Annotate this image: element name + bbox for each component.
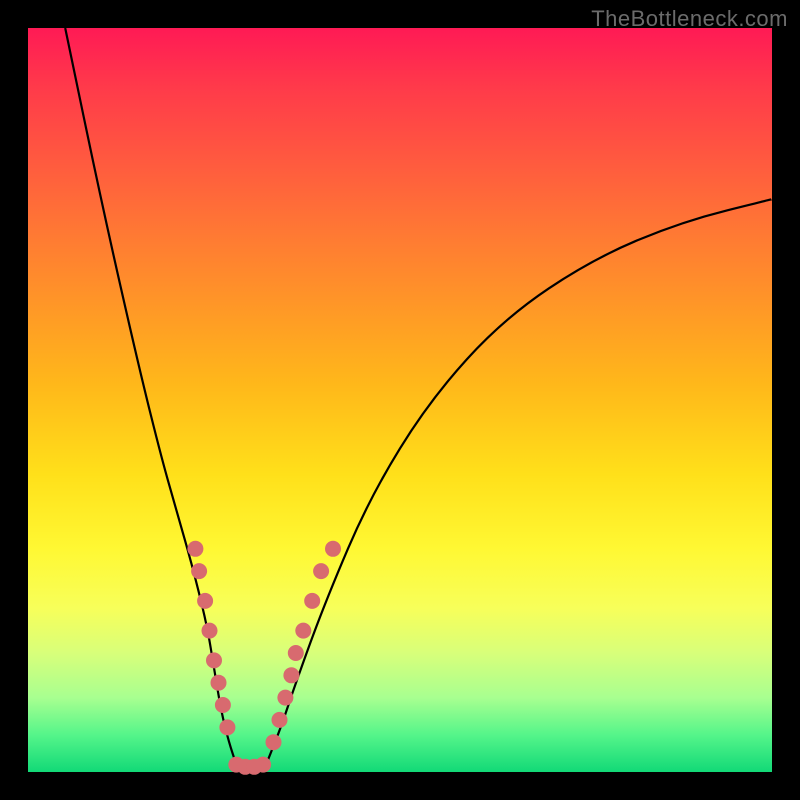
marker-dot (266, 734, 282, 750)
curve-svg (28, 28, 772, 772)
plot-area (28, 28, 772, 772)
marker-dot (202, 623, 218, 639)
marker-dot (277, 690, 293, 706)
marker-dot (215, 697, 231, 713)
marker-dot (325, 541, 341, 557)
marker-dot (197, 593, 213, 609)
marker-dot (191, 563, 207, 579)
marker-dot (288, 645, 304, 661)
marker-dot (295, 623, 311, 639)
marker-dot (219, 719, 235, 735)
marker-dot (211, 675, 227, 691)
marker-dot (187, 541, 203, 557)
watermark-text: TheBottleneck.com (591, 6, 788, 32)
marker-dot (304, 593, 320, 609)
marker-dot (206, 652, 222, 668)
marker-dot (255, 757, 271, 773)
marker-dot (313, 563, 329, 579)
chart-frame: TheBottleneck.com (0, 0, 800, 800)
marker-dot (272, 712, 288, 728)
bottleneck-curve (65, 28, 772, 767)
marker-dots (187, 541, 341, 775)
marker-dot (283, 667, 299, 683)
